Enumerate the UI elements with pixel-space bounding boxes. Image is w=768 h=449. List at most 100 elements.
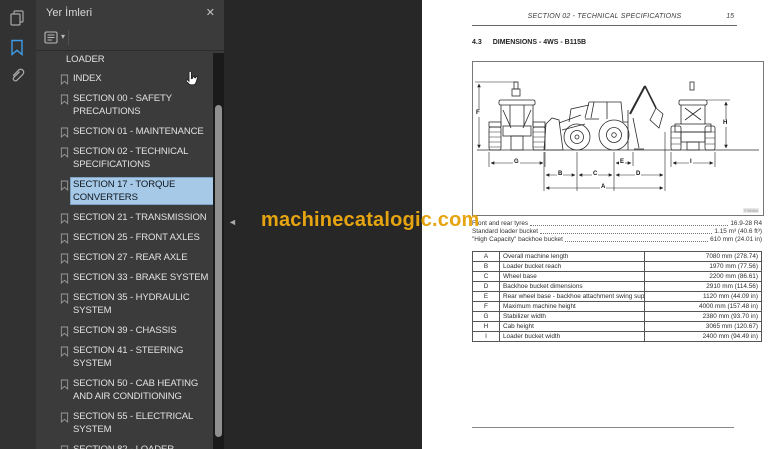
pdf-page: SECTION 02 - TECHNICAL SPECIFICATIONS 15…	[422, 0, 768, 449]
bookmark-options-button[interactable]: ▾	[44, 30, 70, 46]
bookmark-icon	[60, 233, 69, 244]
bookmark-item[interactable]: SECTION 25 - FRONT AXLES	[36, 228, 213, 248]
panel-collapse-arrow-icon[interactable]: ◄	[228, 217, 237, 227]
dimension-label-f: F	[475, 110, 481, 117]
panel-title: Yer İmleri	[46, 7, 93, 19]
table-cell: Maximum machine height	[499, 301, 645, 312]
spec-row: Standard loader bucket 1.15 m³ (40.6 ft³)	[472, 228, 762, 236]
bookmark-item[interactable]: SECTION 82 - LOADER	[36, 440, 213, 449]
table-cell: 2400 mm (94.49 in)	[644, 331, 762, 342]
leader-dots	[564, 241, 709, 242]
scrollbar-thumb[interactable]	[215, 105, 222, 437]
table-row: A Overall machine length 7080 mm (278.74)	[472, 251, 762, 262]
bookmark-icon	[60, 412, 69, 423]
table-cell: C	[472, 271, 500, 282]
bookmark-item[interactable]: SECTION 39 - CHASSIS	[36, 321, 213, 341]
bookmark-item[interactable]: SECTION 41 - STEERING SYSTEM	[36, 341, 213, 374]
table-cell: D	[472, 281, 500, 292]
spec-label: Front and rear tyres	[472, 220, 529, 227]
bookmark-label: SECTION 21 - TRANSMISSION	[73, 212, 207, 223]
bookmark-icon	[60, 180, 69, 191]
table-cell: Overall machine length	[499, 251, 645, 262]
page-header: SECTION 02 - TECHNICAL SPECIFICATIONS 15	[472, 13, 737, 26]
tool-strip	[0, 0, 36, 449]
spec-value: 1.15 m³ (40.6 ft³)	[714, 228, 762, 235]
bookmark-list: LOADER INDEX SECTION 00 - SAFETY PRECAUTIO…	[36, 52, 213, 449]
dimensions-table: A Overall machine length 7080 mm (278.74) B…	[472, 251, 762, 342]
page-thumbnails-icon[interactable]	[9, 9, 27, 27]
bookmark-item[interactable]: SECTION 01 - MAINTENANCE	[36, 122, 213, 142]
chevron-down-icon: ▾	[61, 32, 66, 41]
panel-toolbar: ▾	[36, 27, 224, 51]
table-cell: F	[472, 301, 500, 312]
spec-row: "High Capacity" backhoe bucket 610 mm (24…	[472, 236, 762, 244]
bookmark-label: SECTION 17 - TORQUE CONVERTERS	[70, 177, 213, 205]
table-cell: Backhoe bucket dimensions	[499, 281, 645, 292]
table-cell: Cab height	[499, 321, 645, 332]
bookmark-label: SECTION 25 - FRONT AXLES	[73, 232, 200, 243]
table-cell: H	[472, 321, 500, 332]
bookmark-item[interactable]: SECTION 00 - SAFETY PRECAUTIONS	[36, 89, 213, 122]
bookmark-item[interactable]: SECTION 35 - HYDRAULIC SYSTEM	[36, 288, 213, 321]
dimension-label-d: D	[635, 171, 642, 178]
bookmark-label: SECTION 82 - LOADER	[73, 443, 211, 449]
bookmark-icon	[60, 379, 69, 390]
table-cell: 1120 mm (44.09 in)	[644, 291, 762, 302]
spec-lines: Front and rear tyres 16.9-28 R4 Standard l…	[472, 220, 762, 244]
close-icon[interactable]: ✕	[206, 6, 215, 19]
table-cell: I	[472, 331, 500, 342]
table-row: H Cab height 3065 mm (120.67)	[472, 321, 762, 332]
bookmark-item[interactable]: SECTION 21 - TRANSMISSION	[36, 208, 213, 228]
bookmark-item[interactable]: SECTION 50 - CAB HEATING AND AIR CONDITI…	[36, 374, 213, 407]
bookmark-icon	[60, 326, 69, 337]
bookmark-item[interactable]: SECTION 27 - REAR AXLE	[36, 248, 213, 268]
bookmark-label: SECTION 55 - ELECTRICAL SYSTEM	[73, 411, 193, 435]
page-header-title: SECTION 02 - TECHNICAL SPECIFICATIONS	[527, 13, 682, 20]
table-cell: 1970 mm (77.56)	[644, 261, 762, 272]
leader-dots	[530, 225, 729, 226]
bookmark-item[interactable]: INDEX	[36, 69, 213, 89]
table-cell: Stabilizer width	[499, 311, 645, 322]
table-row: C Wheel base 2200 mm (86.61)	[472, 271, 762, 282]
dimensions-table-body: A Overall machine length 7080 mm (278.74) B…	[472, 251, 762, 342]
table-cell: 7080 mm (278.74)	[644, 251, 762, 262]
bookmark-item[interactable]: SECTION 55 - ELECTRICAL SYSTEM	[36, 407, 213, 440]
bookmark-icon	[60, 74, 69, 85]
backhoe-diagram	[475, 81, 759, 191]
leader-dots	[540, 233, 713, 234]
table-cell: A	[472, 251, 500, 262]
bookmarks-panel-icon[interactable]	[9, 39, 27, 57]
bookmark-item[interactable]: SECTION 02 - TECHNICAL SPECIFICATIONS	[36, 142, 213, 175]
bookmark-item[interactable]: SECTION 33 - BRAKE SYSTEM	[36, 268, 213, 288]
bookmark-label: SECTION 00 - SAFETY PRECAUTIONS	[73, 93, 172, 117]
bookmark-label: SECTION 39 - CHASSIS	[73, 325, 177, 336]
sidebar-scrollbar[interactable]	[213, 53, 224, 449]
bookmark-label: SECTION 02 - TECHNICAL SPECIFICATIONS	[73, 146, 188, 170]
bookmark-icon	[60, 127, 69, 138]
dimension-label-b: B	[557, 171, 564, 178]
table-cell: Loader bucket width	[499, 331, 645, 342]
bookmark-item[interactable]: SECTION 17 - TORQUE CONVERTERS	[36, 175, 213, 208]
section-heading-text: DIMENSIONS - 4WS - B115B	[492, 39, 587, 46]
table-row: E Rear wheel base - backhoe attachment sw…	[472, 291, 762, 302]
page-number: 15	[726, 13, 734, 20]
spec-value: 16.9-28 R4	[730, 220, 762, 227]
panel-header: Yer İmleri ✕	[36, 0, 224, 27]
table-cell: Loader bucket reach	[499, 261, 645, 272]
table-cell: 3065 mm (120.67)	[644, 321, 762, 332]
table-cell: Wheel base	[499, 271, 645, 282]
bookmark-icon	[60, 293, 69, 304]
spec-row: Front and rear tyres 16.9-28 R4	[472, 220, 762, 228]
dimension-label-h: H	[722, 120, 729, 127]
table-row: G Stabilizer width 2380 mm (93.70 in)	[472, 311, 762, 322]
table-row: B Loader bucket reach 1970 mm (77.56)	[472, 261, 762, 272]
spec-label: "High Capacity" backhoe bucket	[472, 236, 563, 243]
attachments-icon[interactable]	[9, 66, 27, 84]
page-footer-rule	[472, 427, 734, 428]
bookmark-icon	[60, 273, 69, 284]
bookmark-label: SECTION 41 - STEERING SYSTEM	[73, 345, 184, 369]
bookmark-icon	[60, 213, 69, 224]
table-row: I Loader bucket width 2400 mm (94.49 in)	[472, 331, 762, 342]
bookmark-item[interactable]: LOADER	[36, 52, 213, 69]
bookmark-label: LOADER	[66, 54, 105, 65]
